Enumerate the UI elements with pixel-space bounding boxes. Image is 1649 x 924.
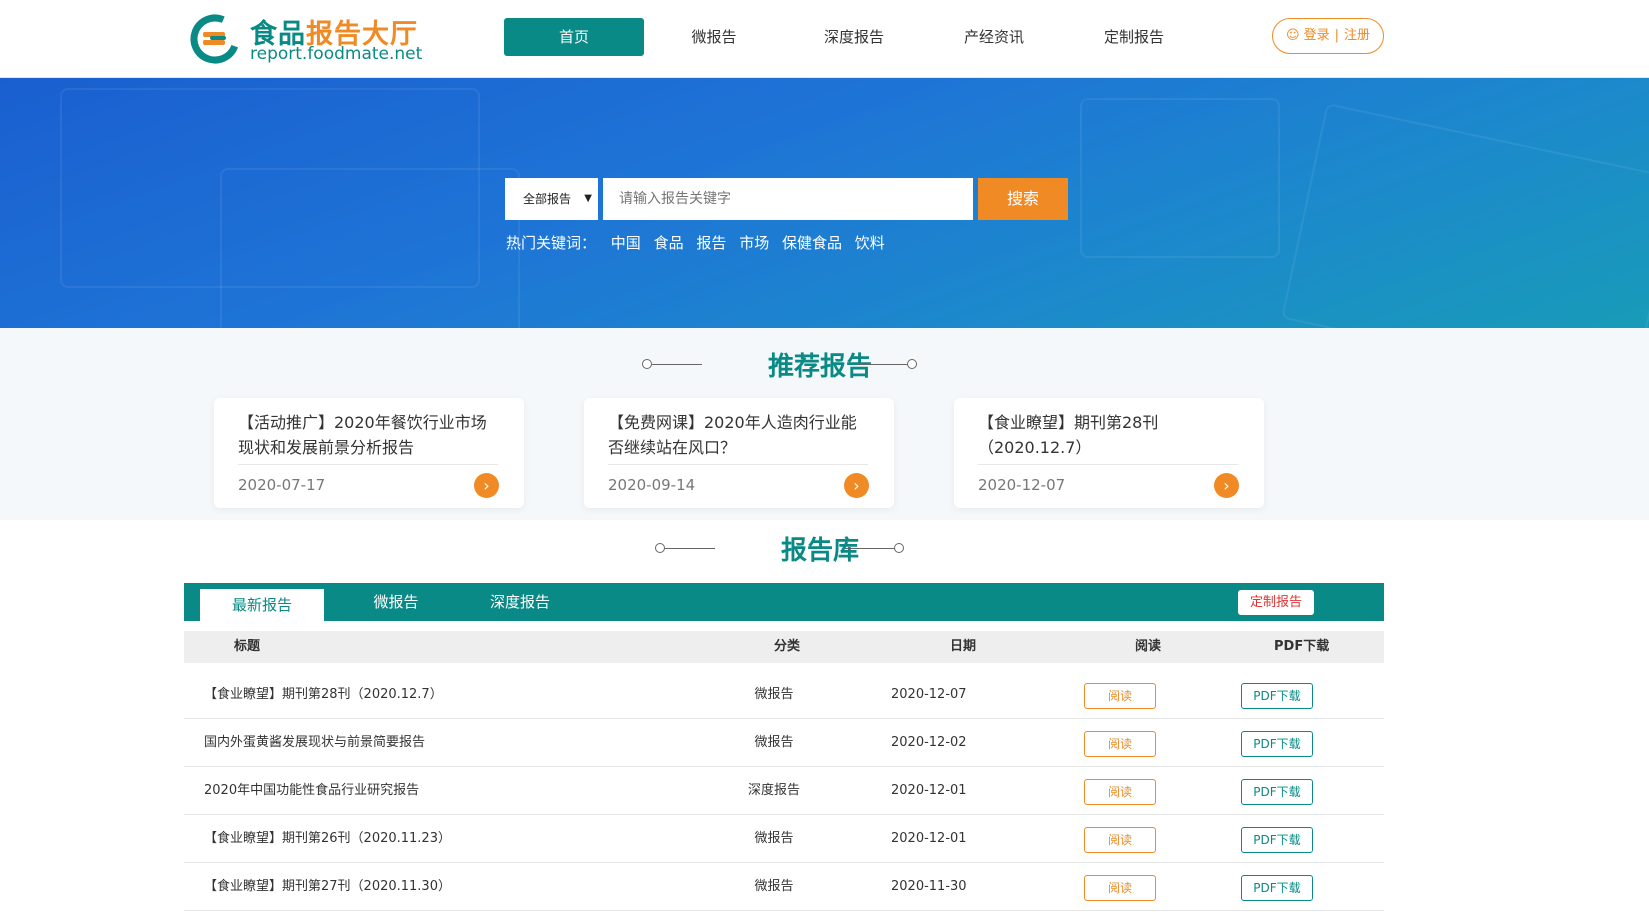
row-date: 2020-12-01: [891, 831, 967, 846]
table-row: 【食业瞭望】期刊第26刊（2020.11.23） 微报告 2020-12-01 …: [184, 815, 1384, 863]
nav-micro-report[interactable]: 微报告: [644, 18, 784, 56]
table-header: 标题 分类 日期 阅读 PDF下载: [184, 631, 1384, 663]
logo-mark-icon: [190, 14, 240, 64]
library-heading: 报告库: [0, 520, 1649, 580]
chevron-right-icon[interactable]: ›: [1214, 473, 1239, 498]
read-button[interactable]: 阅读: [1084, 779, 1156, 805]
recommend-section: 推荐报告 【活动推广】2020年餐饮行业市场现状和发展前景分析报告 2020-0…: [0, 328, 1649, 520]
site-header: 食品报告大厅 report.foodmate.net 首页 微报告 深度报告 产…: [0, 0, 1649, 78]
card-title: 【活动推广】2020年餐饮行业市场现状和发展前景分析报告: [238, 413, 487, 457]
library-tabs: 最新报告 微报告 深度报告 定制报告: [184, 583, 1384, 621]
banner-decoration: [220, 168, 520, 328]
divider: [238, 464, 498, 465]
row-title[interactable]: 【食业瞭望】期刊第27刊（2020.11.30）: [204, 863, 451, 911]
row-date: 2020-12-02: [891, 735, 967, 750]
title-ornament: [845, 548, 895, 549]
pdf-download-button[interactable]: PDF下载: [1241, 731, 1313, 757]
pdf-download-button[interactable]: PDF下载: [1241, 875, 1313, 901]
title-ornament: [652, 364, 702, 365]
row-category: 微报告: [754, 879, 794, 894]
row-category: 深度报告: [747, 783, 800, 798]
search-button[interactable]: 搜索: [978, 178, 1068, 220]
recommend-card[interactable]: 【免费网课】2020年人造肉行业能否继续站在风口？ 2020-09-14 ›: [584, 398, 894, 508]
recommend-card[interactable]: 【食业瞭望】期刊第28刊（2020.12.7） 2020-12-07 ›: [954, 398, 1264, 508]
tab-deep[interactable]: 深度报告: [458, 583, 582, 621]
row-title[interactable]: 【食业瞭望】期刊第26刊（2020.11.23）: [204, 815, 451, 863]
title-ornament: [642, 359, 652, 369]
column-read: 阅读: [1135, 639, 1162, 654]
hero-banner: 全部报告 ▼ 搜索 热门关键词： 中国 食品 报告 市场 保健食品 饮料: [0, 78, 1649, 328]
banner-decoration: [1281, 102, 1649, 328]
hot-keyword[interactable]: 中国: [611, 234, 641, 252]
hot-keyword[interactable]: 饮料: [855, 234, 885, 252]
read-button[interactable]: 阅读: [1084, 875, 1156, 901]
search-bar: 全部报告 ▼ 搜索: [505, 178, 1068, 220]
login-link[interactable]: 登录: [1304, 28, 1330, 43]
title-ornament: [858, 364, 908, 365]
nav-home[interactable]: 首页: [504, 18, 644, 56]
row-title[interactable]: 2020年中国功能性食品行业研究报告: [204, 767, 419, 815]
row-date: 2020-11-30: [891, 879, 967, 894]
divider: [978, 464, 1238, 465]
column-pdf: PDF下载: [1274, 639, 1330, 654]
row-title[interactable]: 【食业瞭望】期刊第28刊（2020.12.7）: [204, 671, 443, 719]
hot-keyword[interactable]: 报告: [696, 234, 726, 252]
nav-industry-news[interactable]: 产经资讯: [924, 18, 1064, 56]
login-register-box: ☺ 登录 | 注册: [1272, 18, 1384, 54]
table-row: 【食业瞭望】期刊第28刊（2020.12.7） 微报告 2020-12-07 阅…: [184, 671, 1384, 719]
row-date: 2020-12-07: [891, 687, 967, 702]
search-input[interactable]: [603, 178, 973, 220]
custom-report-button[interactable]: 定制报告: [1238, 590, 1314, 615]
user-icon: ☺: [1285, 28, 1300, 43]
title-ornament: [655, 543, 665, 553]
nav-custom-report[interactable]: 定制报告: [1064, 18, 1204, 56]
table-row: 国内外蛋黄酱发展现状与前景简要报告 微报告 2020-12-02 阅读 PDF下…: [184, 719, 1384, 767]
chevron-down-icon: ▼: [584, 193, 592, 204]
divider: |: [1334, 28, 1340, 43]
logo-url: report.foodmate.net: [250, 44, 423, 64]
pdf-download-button[interactable]: PDF下载: [1241, 779, 1313, 805]
report-scope-select[interactable]: 全部报告 ▼: [505, 178, 598, 220]
table-row: 【食业瞭望】期刊第27刊（2020.11.30） 微报告 2020-11-30 …: [184, 863, 1384, 911]
hot-keyword[interactable]: 食品: [654, 234, 684, 252]
tab-micro[interactable]: 微报告: [334, 583, 458, 621]
card-title: 【免费网课】2020年人造肉行业能否继续站在风口？: [608, 413, 857, 457]
hot-keywords-label: 热门关键词：: [506, 234, 597, 252]
column-category: 分类: [774, 639, 801, 654]
card-date: 2020-12-07: [978, 476, 1066, 494]
chevron-right-icon[interactable]: ›: [474, 473, 499, 498]
row-date: 2020-12-01: [891, 783, 967, 798]
tab-latest[interactable]: 最新报告: [200, 589, 324, 621]
column-date: 日期: [950, 639, 977, 654]
card-date: 2020-09-14: [608, 476, 696, 494]
hot-keyword[interactable]: 市场: [739, 234, 769, 252]
row-category: 微报告: [754, 687, 794, 702]
site-logo[interactable]: 食品报告大厅 report.foodmate.net: [190, 12, 430, 66]
read-button[interactable]: 阅读: [1084, 731, 1156, 757]
column-title: 标题: [234, 639, 261, 654]
pdf-download-button[interactable]: PDF下载: [1241, 683, 1313, 709]
title-ornament: [665, 548, 715, 549]
table-row: 2020年中国功能性食品行业研究报告 深度报告 2020-12-01 阅读 PD…: [184, 767, 1384, 815]
row-category: 微报告: [754, 831, 794, 846]
pdf-download-button[interactable]: PDF下载: [1241, 827, 1313, 853]
row-title[interactable]: 国内外蛋黄酱发展现状与前景简要报告: [204, 719, 425, 767]
card-title: 【食业瞭望】期刊第28刊（2020.12.7）: [978, 413, 1159, 457]
read-button[interactable]: 阅读: [1084, 683, 1156, 709]
title-ornament: [894, 543, 904, 553]
hot-keyword[interactable]: 保健食品: [782, 234, 842, 252]
recommend-card[interactable]: 【活动推广】2020年餐饮行业市场现状和发展前景分析报告 2020-07-17 …: [214, 398, 524, 508]
divider: [608, 464, 868, 465]
title-ornament: [907, 359, 917, 369]
register-link[interactable]: 注册: [1344, 28, 1370, 43]
read-button[interactable]: 阅读: [1084, 827, 1156, 853]
banner-decoration: [1080, 98, 1280, 258]
hot-keywords: 热门关键词： 中国 食品 报告 市场 保健食品 饮料: [506, 232, 893, 253]
chevron-right-icon[interactable]: ›: [844, 473, 869, 498]
nav-deep-report[interactable]: 深度报告: [784, 18, 924, 56]
row-category: 微报告: [754, 735, 794, 750]
card-date: 2020-07-17: [238, 476, 326, 494]
